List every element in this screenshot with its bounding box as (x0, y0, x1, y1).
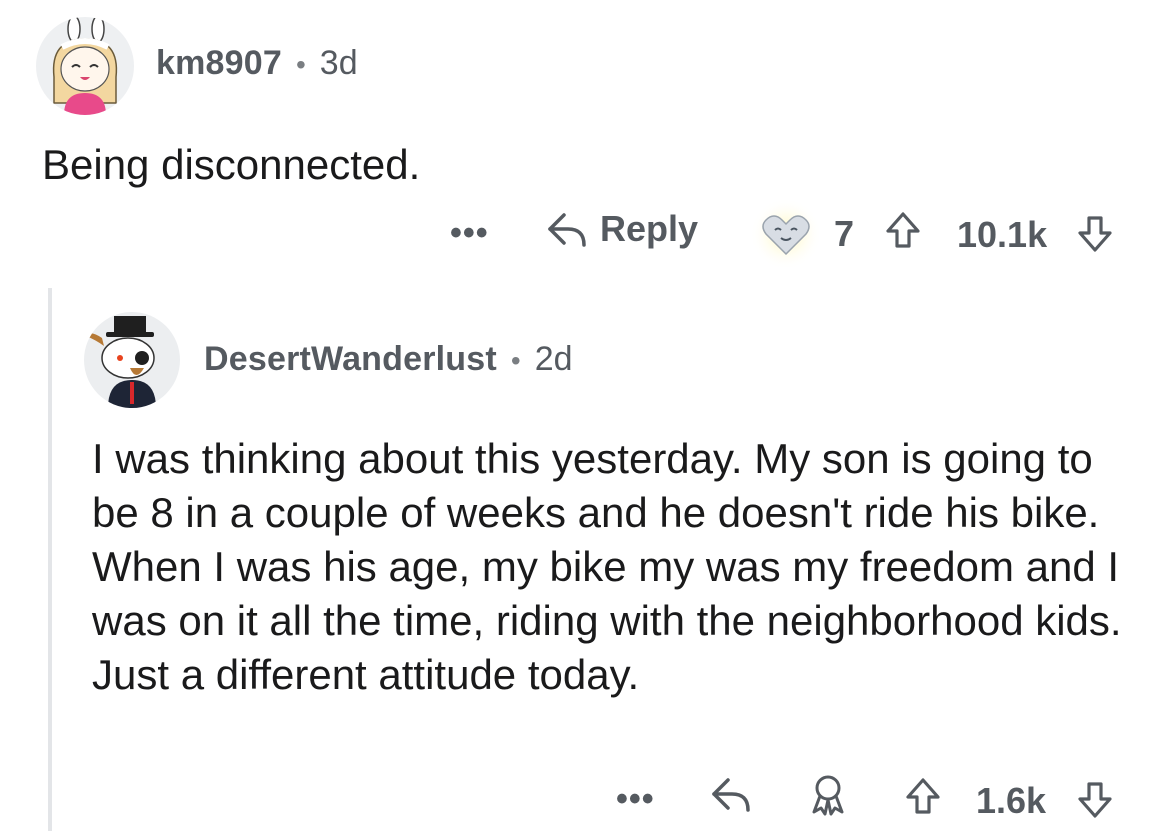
comment-username[interactable]: km8907 (156, 44, 282, 83)
downvote-button[interactable] (1076, 214, 1114, 254)
thread-line[interactable] (48, 288, 52, 831)
upvote-button[interactable] (884, 210, 922, 250)
avatar[interactable] (36, 17, 134, 115)
reply-body: I was thinking about this yesterday. My … (92, 435, 1122, 698)
upvote-button[interactable] (904, 776, 942, 816)
reply-button[interactable]: Reply (544, 208, 698, 250)
reply-button[interactable] (708, 774, 754, 814)
reply-age: 2d (534, 340, 573, 378)
more-options-button[interactable]: ••• (616, 780, 655, 819)
score: 10.1k (957, 214, 1048, 255)
award-count: 7 (834, 213, 855, 254)
downvote-arrow-icon (1076, 214, 1114, 254)
downvote-arrow-icon (1076, 780, 1114, 820)
award-ribbon-icon (808, 772, 848, 816)
reply-arrow-icon (544, 209, 590, 249)
award-button[interactable] (808, 772, 848, 816)
heart-eyes-award-icon (744, 198, 828, 270)
reply-label: Reply (600, 208, 699, 249)
upvote-arrow-icon (884, 210, 922, 250)
downvote-button[interactable] (1076, 780, 1114, 820)
comment-body: Being disconnected. (42, 141, 421, 188)
comment-age: 3d (319, 44, 358, 82)
reply-arrow-icon (708, 774, 754, 814)
score: 1.6k (976, 780, 1047, 821)
meta-separator: • (295, 49, 306, 80)
meta-separator: • (510, 345, 521, 376)
reply-avatar[interactable] (84, 312, 180, 408)
reply-username[interactable]: DesertWanderlust (204, 340, 497, 379)
upvote-arrow-icon (904, 776, 942, 816)
more-options-button[interactable]: ••• (450, 214, 489, 253)
award-badge[interactable]: 7 (744, 198, 854, 270)
